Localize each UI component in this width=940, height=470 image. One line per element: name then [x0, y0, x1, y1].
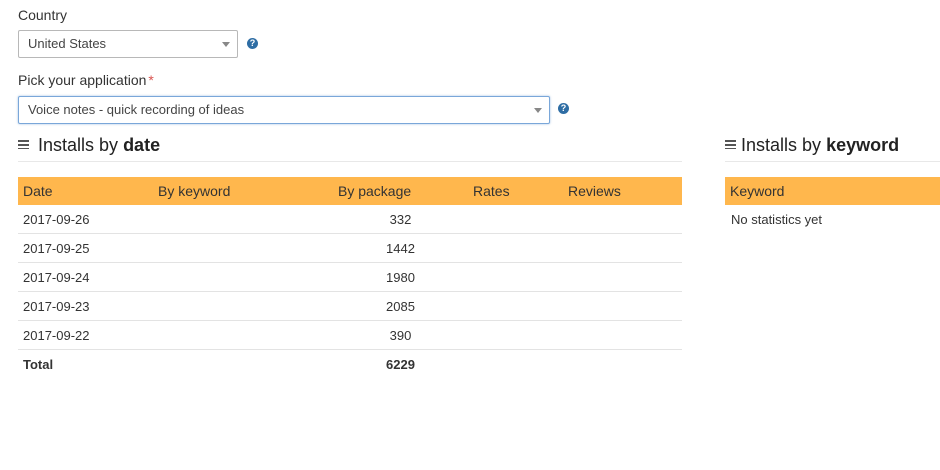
divider: [725, 161, 940, 162]
column-header-keyword[interactable]: Keyword: [725, 177, 940, 205]
total-rates: [468, 350, 563, 379]
cell-by-keyword: [153, 291, 333, 321]
table-row: 2017-09-25 1442: [18, 233, 682, 263]
application-select[interactable]: Voice notes - quick recording of ideas: [18, 96, 550, 124]
help-icon[interactable]: ?: [558, 103, 569, 114]
table-row: 2017-09-26 332: [18, 205, 682, 234]
column-header-by-keyword[interactable]: By keyword: [153, 177, 333, 205]
total-by-package: 6229: [386, 356, 415, 372]
application-select-value: Voice notes - quick recording of ideas: [28, 102, 245, 117]
cell-rates: [468, 205, 563, 234]
menu-icon[interactable]: [725, 140, 736, 149]
country-label: Country: [18, 7, 68, 23]
divider: [18, 161, 682, 162]
table-row: 2017-09-24 1980: [18, 262, 682, 292]
country-select[interactable]: United States: [18, 30, 238, 58]
cell-date: 2017-09-24: [18, 262, 153, 292]
cell-by-keyword: [153, 233, 333, 263]
cell-by-keyword: [153, 320, 333, 350]
menu-icon[interactable]: [18, 140, 29, 149]
table-row: 2017-09-23 2085: [18, 291, 682, 321]
column-header-rates[interactable]: Rates: [468, 177, 563, 205]
cell-by-package: 1442: [333, 233, 468, 263]
cell-rates: [468, 320, 563, 350]
cell-reviews: [563, 291, 682, 321]
column-header-by-package[interactable]: By package: [333, 177, 468, 205]
empty-state-message: No statistics yet: [731, 212, 823, 227]
column-header-reviews[interactable]: Reviews: [563, 177, 682, 205]
table-header-row: Date By keyword By package Rates Reviews: [18, 177, 682, 205]
installs-by-keyword-table: Keyword: [725, 177, 940, 205]
installs-by-date-table: Date By keyword By package Rates Reviews…: [18, 177, 682, 378]
cell-reviews: [563, 262, 682, 292]
cell-by-keyword: [153, 262, 333, 292]
cell-reviews: [563, 320, 682, 350]
cell-by-package: 390: [333, 320, 468, 350]
installs-by-date-title-prefix: Installs by: [38, 135, 119, 155]
cell-rates: [468, 262, 563, 292]
column-header-date[interactable]: Date: [18, 177, 153, 205]
table-row: 2017-09-22 390: [18, 320, 682, 350]
cell-by-package: 1980: [333, 262, 468, 292]
cell-reviews: [563, 205, 682, 234]
cell-rates: [468, 233, 563, 263]
installs-by-date-title: Installs by date: [18, 135, 160, 156]
total-reviews: [563, 350, 682, 379]
installs-by-keyword-title-emphasis: keyword: [826, 135, 900, 155]
installs-by-date-title-emphasis: date: [123, 135, 161, 155]
cell-by-keyword: [153, 205, 333, 234]
application-label: Pick your application *: [18, 72, 154, 88]
installs-by-keyword-title-prefix: Installs by: [741, 135, 822, 155]
cell-date: 2017-09-23: [18, 291, 153, 321]
cell-date: 2017-09-25: [18, 233, 153, 263]
installs-by-keyword-title: Installs by keyword: [725, 135, 899, 156]
cell-date: 2017-09-22: [18, 320, 153, 350]
country-select-value: United States: [28, 36, 107, 51]
total-row: Total 6229: [18, 350, 682, 379]
cell-reviews: [563, 233, 682, 263]
total-by-keyword: [153, 350, 333, 379]
cell-by-package: 2085: [333, 291, 468, 321]
chevron-down-icon: [534, 108, 542, 113]
help-icon[interactable]: ?: [247, 38, 258, 49]
total-label: Total: [23, 356, 54, 372]
cell-rates: [468, 291, 563, 321]
application-label-text: Pick your application: [18, 72, 147, 88]
table-header-row: Keyword: [725, 177, 940, 205]
required-marker: *: [148, 72, 154, 88]
chevron-down-icon: [222, 42, 230, 47]
cell-date: 2017-09-26: [18, 205, 153, 234]
cell-by-package: 332: [333, 205, 468, 234]
